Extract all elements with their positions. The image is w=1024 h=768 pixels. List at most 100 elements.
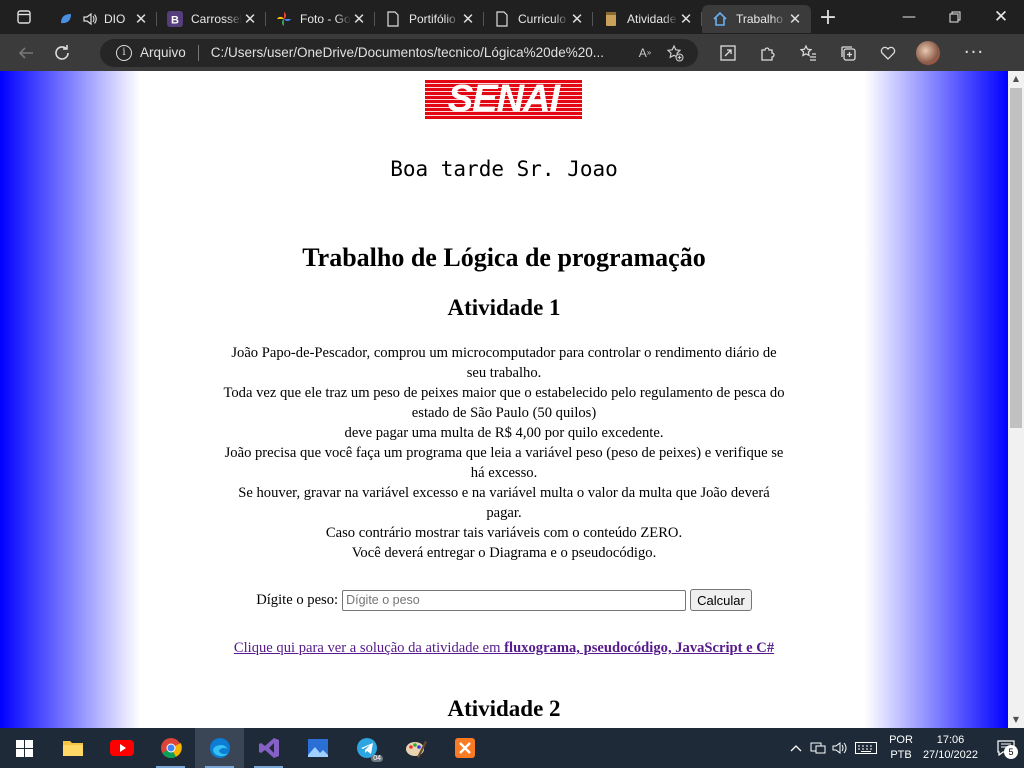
address-bar[interactable]: i Arquivo C:/Users/user/OneDrive/Documen… — [100, 38, 698, 67]
tab-foto-google[interactable]: Foto - Google ✕ — [266, 5, 375, 33]
taskbar-chrome[interactable] — [146, 728, 195, 768]
tab-atividade[interactable]: Atividade ✕ — [593, 5, 702, 33]
taskbar-photos[interactable] — [293, 728, 342, 768]
xampp-icon — [454, 738, 475, 758]
url-text[interactable]: C:/Users/user/OneDrive/Documentos/tecnic… — [211, 45, 630, 60]
chrome-icon — [160, 738, 182, 759]
language-code: POR — [889, 734, 913, 746]
activity-1-heading: Atividade 1 — [447, 295, 561, 320]
activity-1-description: João Papo-de-Pescador, comprou um microc… — [223, 343, 785, 563]
activity-2-heading: Atividade 2 — [447, 696, 561, 721]
show-hidden-icons-icon[interactable] — [785, 728, 807, 768]
back-button[interactable] — [8, 37, 44, 69]
description-line: Caso contrário mostrar tais variáveis co… — [325, 525, 683, 541]
taskbar-youtube[interactable] — [97, 728, 146, 768]
scrollbar-thumb[interactable] — [1010, 88, 1022, 428]
speaker-icon[interactable] — [82, 11, 98, 27]
close-window-button[interactable]: ✕ — [978, 0, 1024, 34]
network-icon[interactable] — [807, 728, 829, 768]
volume-icon[interactable] — [829, 728, 851, 768]
tab-close-icon[interactable]: ✕ — [678, 11, 694, 27]
profile-button[interactable] — [908, 37, 948, 69]
favorites-list-icon — [799, 44, 816, 61]
tab-actions-icon — [17, 10, 31, 24]
more-options-icon: ··· — [963, 42, 985, 63]
solution-link-bold-text[interactable]: fluxograma, pseudocódigo, JavaScript e C… — [504, 640, 774, 656]
bootstrap-icon: B — [167, 10, 183, 27]
calculate-button[interactable]: Calcular — [690, 589, 752, 611]
file-explorer-icon — [62, 741, 83, 756]
tab-close-icon[interactable]: ✕ — [351, 11, 367, 27]
tab-close-icon[interactable]: ✕ — [242, 11, 258, 27]
puzzle-icon — [761, 46, 775, 61]
tab-carrossel[interactable]: B Carrossel ✕ — [157, 5, 266, 33]
taskbar-paint[interactable] — [391, 728, 440, 768]
description-line: Se houver, gravar na variável excesso e … — [238, 485, 770, 521]
tab-title: DIO — [104, 11, 126, 26]
info-icon[interactable]: i — [116, 44, 132, 61]
avatar — [916, 40, 940, 65]
window-controls: — ✕ — [886, 0, 1024, 34]
taskbar-file-explorer[interactable] — [48, 728, 97, 768]
tab-strip: DIO ✕ B Carrossel ✕ Foto - Google ✕ Port… — [0, 0, 1024, 34]
collections-icon — [841, 45, 856, 61]
weight-input[interactable] — [342, 589, 687, 611]
start-button[interactable] — [0, 728, 48, 768]
restore-icon — [949, 11, 961, 23]
minimize-button[interactable]: — — [886, 0, 932, 34]
tab-trabalho[interactable]: Trabalho ✕ — [702, 4, 811, 33]
security-label: Arquivo — [140, 45, 186, 60]
description-line: João Papo-de-Pescador, comprou um microc… — [231, 345, 777, 381]
tab-title: Portifólio — [409, 11, 456, 26]
action-center-button[interactable]: 5 — [988, 728, 1024, 768]
senai-logo: SENAI — [425, 80, 582, 119]
extensions-button[interactable] — [748, 37, 788, 69]
tab-actions-button[interactable] — [0, 0, 48, 34]
weight-label: Dígite o peso: — [256, 591, 339, 608]
home-icon — [712, 11, 728, 27]
clock-date: 27/10/2022 — [922, 749, 978, 761]
close-icon: ✕ — [993, 7, 1009, 27]
collections-button[interactable] — [828, 37, 868, 69]
input-language-indicator[interactable]: POR PTB — [889, 733, 913, 763]
tab-dio[interactable]: DIO ✕ — [48, 5, 157, 33]
description-line: João precisa que você faça um programa q… — [224, 445, 784, 481]
tab-close-icon[interactable]: ✕ — [569, 11, 585, 27]
refresh-button[interactable] — [44, 37, 80, 69]
back-arrow-icon — [18, 46, 33, 59]
favorites-button[interactable] — [788, 37, 828, 69]
description-line: Toda vez que ele traz um peso de peixes … — [223, 385, 785, 421]
tab-close-icon[interactable]: ✕ — [133, 11, 149, 27]
keyboard-icon[interactable] — [851, 728, 881, 768]
clock[interactable]: 17:06 27/10/2022 — [923, 733, 978, 763]
weight-form: Dígite o peso: Calcular — [0, 589, 1008, 611]
immersive-reader-button[interactable] — [708, 37, 748, 69]
scroll-down-arrow-icon[interactable]: ▼ — [1008, 712, 1024, 728]
tab-title: Curriculo — [518, 11, 567, 26]
scroll-up-arrow-icon[interactable]: ▲ — [1008, 71, 1024, 87]
taskbar-telegram[interactable]: 04 — [342, 728, 391, 768]
tab-portifolio[interactable]: Portifólio ✕ — [375, 5, 484, 33]
taskbar-xampp[interactable] — [440, 728, 489, 768]
refresh-icon — [55, 44, 69, 60]
tab-curriculo[interactable]: Curriculo ✕ — [484, 5, 593, 33]
vertical-scrollbar[interactable]: ▲ ▼ — [1008, 71, 1024, 728]
solution-link-text[interactable]: Clique qui para ver a solução da ativida… — [234, 640, 504, 656]
new-tab-button[interactable]: + — [813, 2, 843, 32]
settings-menu-button[interactable]: ··· — [954, 37, 994, 69]
edge-icon — [209, 738, 230, 758]
taskbar-visual-studio[interactable] — [244, 728, 293, 768]
heart-pulse-icon — [880, 46, 896, 60]
restore-button[interactable] — [932, 0, 978, 34]
read-aloud-icon[interactable]: A» — [630, 40, 660, 66]
tab-close-icon[interactable]: ✕ — [460, 11, 476, 27]
tab-title: Carrossel — [191, 11, 242, 26]
keyboard-layout-code: PTB — [890, 749, 912, 761]
solution-link[interactable]: Clique qui para ver a solução da ativida… — [223, 638, 785, 658]
tab-title: Foto - Google — [300, 11, 351, 26]
photos-icon — [307, 739, 328, 757]
add-favorite-icon[interactable] — [660, 40, 690, 66]
tab-close-icon[interactable]: ✕ — [787, 11, 803, 27]
performance-button[interactable] — [868, 37, 908, 69]
taskbar-edge[interactable] — [195, 728, 244, 768]
